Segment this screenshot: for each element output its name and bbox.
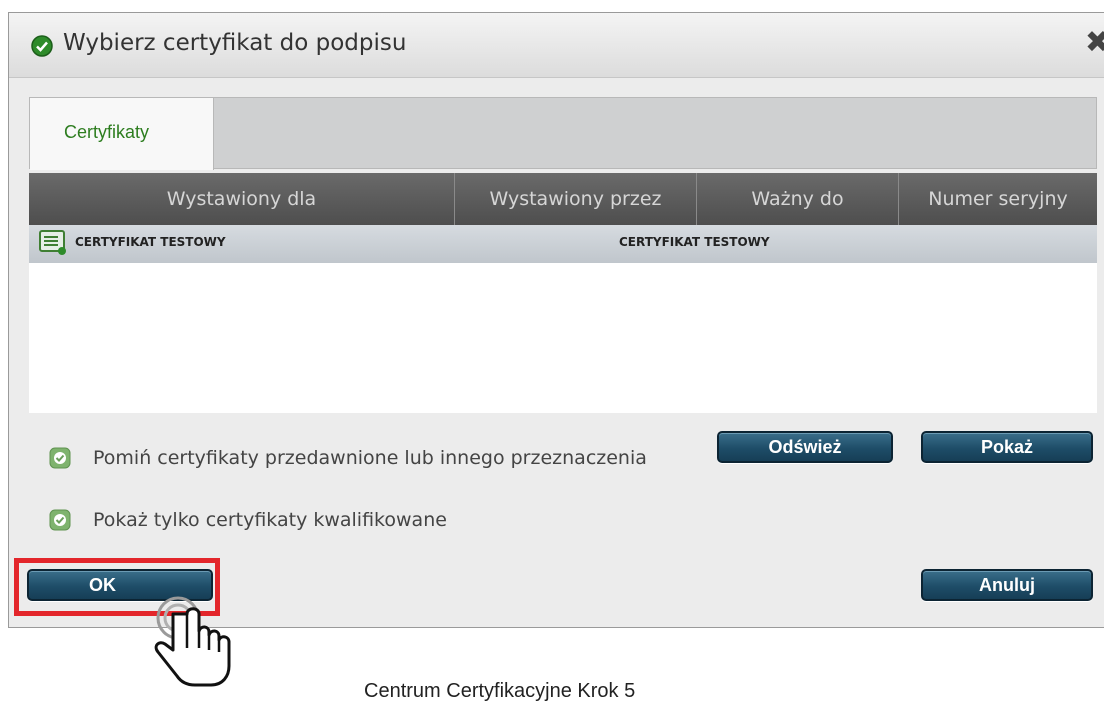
show-button[interactable]: Pokaż	[921, 431, 1093, 463]
step-caption: Centrum Certyfikacyjne Krok 5	[364, 680, 636, 702]
table-row[interactable]: CERTYFIKAT TESTOWY CERTYFIKAT TESTOWY	[29, 225, 1097, 263]
cell-issued-to: CERTYFIKAT TESTOWY	[75, 235, 226, 249]
cancel-button[interactable]: Anuluj	[921, 569, 1093, 601]
column-header-issued-by[interactable]: Wystawiony przez	[455, 173, 697, 225]
certificate-dialog: Wybierz certyfikat do podpisu ✖ Certyfik…	[8, 12, 1104, 628]
column-header-serial[interactable]: Numer seryjny	[899, 173, 1097, 225]
shield-check-icon	[31, 35, 53, 57]
column-header-valid-to[interactable]: Ważny do	[697, 173, 899, 225]
cell-issued-by: CERTYFIKAT TESTOWY	[619, 235, 770, 249]
skip-expired-label: Pomiń certyfikaty przedawnione lub inneg…	[93, 447, 647, 469]
skip-expired-checkbox[interactable]	[49, 447, 71, 469]
dialog-titlebar[interactable]: Wybierz certyfikat do podpisu ✖	[9, 13, 1104, 78]
tab-certificates[interactable]: Certyfikaty	[30, 98, 214, 170]
qualified-only-checkbox[interactable]	[49, 509, 71, 531]
column-header-issued-to[interactable]: Wystawiony dla	[29, 173, 455, 225]
tab-strip: Certyfikaty	[29, 97, 1097, 170]
certificate-icon	[39, 230, 66, 255]
pointer-hand-icon	[154, 596, 231, 687]
close-icon[interactable]: ✖	[1085, 28, 1104, 58]
tab-certificates-label: Certyfikaty	[64, 122, 150, 142]
refresh-button[interactable]: Odśwież	[717, 431, 893, 463]
qualified-only-label: Pokaż tylko certyfikaty kwalifikowane	[93, 509, 447, 531]
certificates-table: Wystawiony dla Wystawiony przez Ważny do…	[29, 173, 1097, 413]
table-header: Wystawiony dla Wystawiony przez Ważny do…	[29, 173, 1097, 225]
dialog-title: Wybierz certyfikat do podpisu	[63, 30, 407, 56]
